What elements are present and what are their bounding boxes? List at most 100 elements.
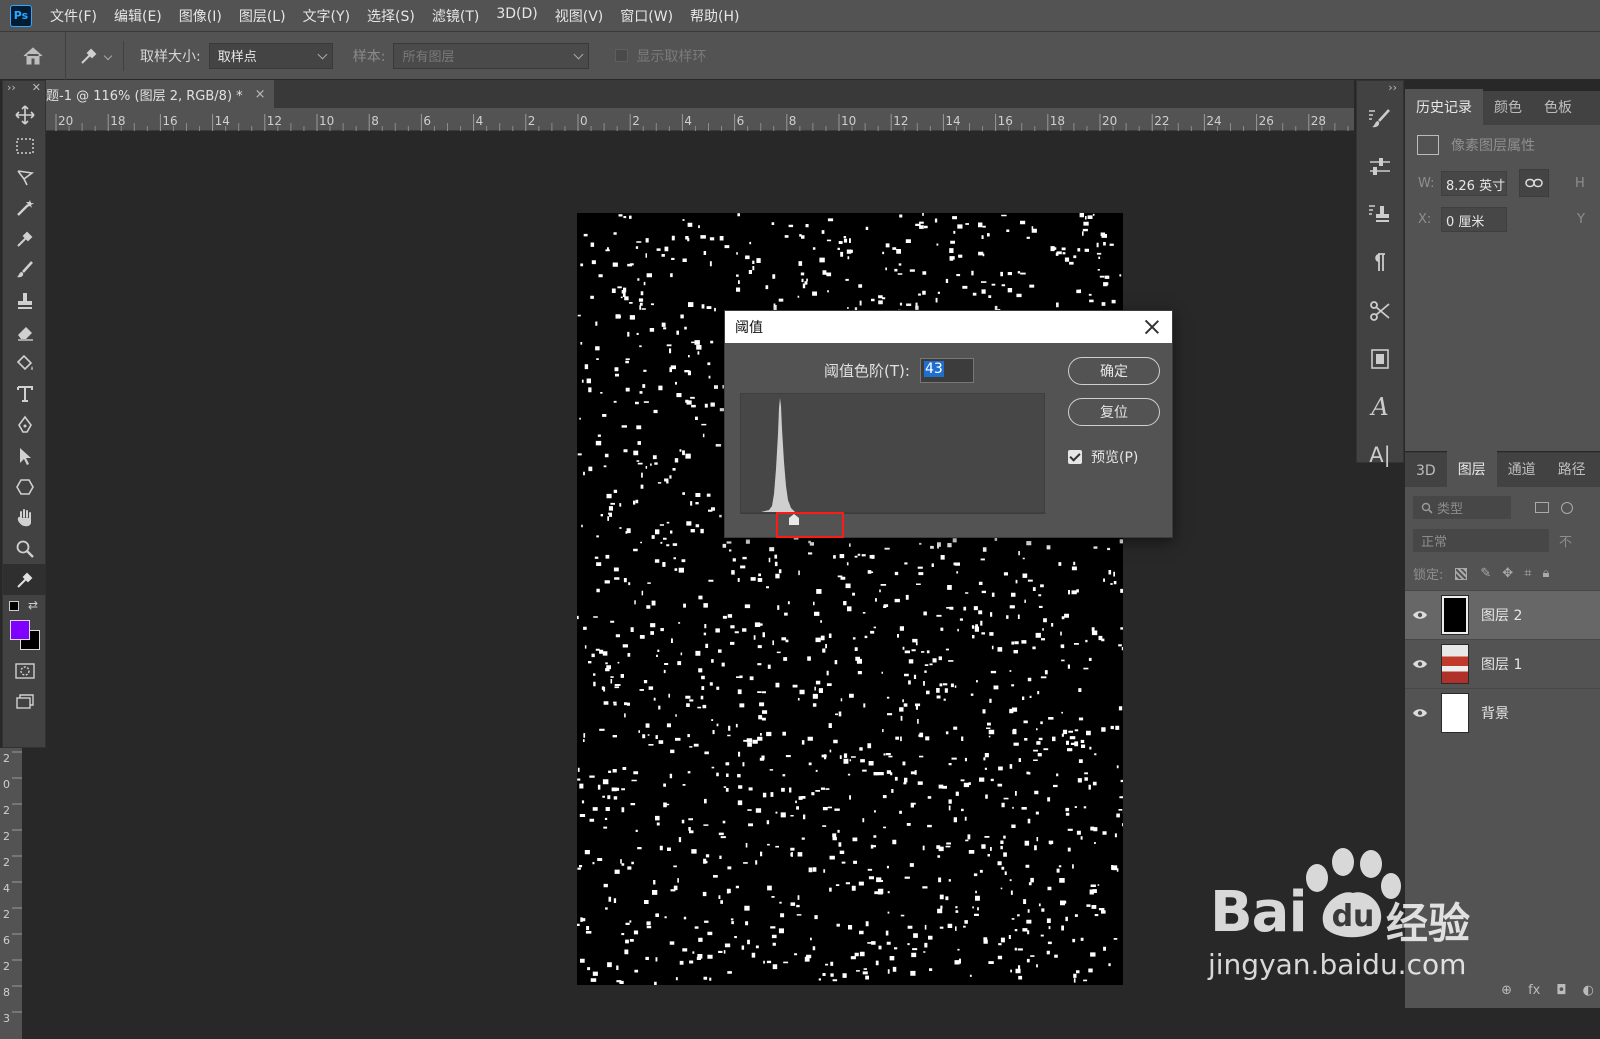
layer-filter-select[interactable]: 类型 [1413,496,1511,519]
properties-header-label: 像素图层属性 [1451,138,1535,154]
tab-paths[interactable]: 路径 [1547,459,1597,487]
pen-tool[interactable] [3,409,47,440]
watermark-url: jingyan.baidu.com [1208,948,1467,981]
marquee-tool[interactable] [3,130,47,161]
paragraph-button[interactable] [1357,239,1403,287]
tab-color[interactable]: 颜色 [1483,97,1533,125]
close-icon[interactable]: × [255,87,266,102]
adjustments-button[interactable] [1357,143,1403,191]
arrow-icon [20,447,31,465]
menu-item[interactable]: 文件(F) [50,6,97,26]
menu-item[interactable]: 文字(Y) [303,6,350,26]
menu-item[interactable]: 帮助(H) [690,6,739,26]
clone-source-button[interactable] [1357,191,1403,239]
close-icon[interactable] [1144,319,1160,335]
tab-swatches[interactable]: 色板 [1533,97,1583,125]
sample-size-select[interactable]: 取样点 [208,42,333,69]
lock-brush-icon[interactable]: ✎ [1480,566,1491,581]
threshold-level-input[interactable]: 43 [920,358,974,383]
paint-bucket-tool[interactable] [3,347,47,378]
reset-button[interactable]: 复位 [1068,398,1160,426]
tool-presets-button[interactable] [1357,287,1403,335]
menu-item[interactable]: 图层(L) [239,6,286,26]
tab-layers[interactable]: 图层 [1446,451,1497,487]
collapse-icon[interactable]: ›› [7,81,16,99]
home-button[interactable] [0,31,66,80]
expand-panels-icon[interactable]: ›› [1357,81,1403,95]
link-layers-icon[interactable]: ⊕ [1501,983,1512,998]
foreground-color-swatch[interactable] [10,620,30,640]
character-button[interactable]: A| [1357,431,1403,479]
home-icon [23,46,42,64]
lock-move-icon[interactable]: ✥ [1502,566,1513,581]
link-dimensions-button[interactable] [1519,169,1549,197]
x-field[interactable]: 0 厘米 [1441,206,1507,232]
shape-tool[interactable] [3,471,47,502]
default-colors-icon[interactable] [9,601,19,611]
type-tool[interactable] [3,378,47,409]
blend-mode-row: 正常 不 [1405,524,1600,557]
fx-icon[interactable]: fx [1528,983,1540,998]
properties-panel-tabs: 历史记录 颜色 色板 [1405,89,1600,125]
brush-tool[interactable] [3,254,47,285]
new-adjustment-icon[interactable]: ◐ [1583,983,1594,998]
tab-3d[interactable]: 3D [1405,463,1447,487]
lock-all-icon[interactable]: 🔒︎ [1543,566,1550,581]
menu-item[interactable]: 滤镜(T) [432,6,479,26]
layer-row[interactable]: 背景 [1405,688,1600,737]
visibility-eye-icon[interactable] [1405,659,1435,669]
tab-channels[interactable]: 通道 [1497,459,1547,487]
pen-icon [18,415,32,433]
menu-item[interactable]: 3D(D) [496,6,537,26]
ruler-label: 16 [998,114,1013,128]
glyphs-button[interactable]: A [1357,383,1403,431]
filter-image-icon[interactable] [1535,502,1549,513]
stamp-tool[interactable] [3,285,47,316]
menu-item[interactable]: 窗口(W) [620,6,673,26]
preview-checkbox[interactable] [1068,450,1082,464]
ruler-vertical-ticks: 2 0 2 2 2 4 2 6 2 8 3 [3,751,22,1025]
layer-row[interactable]: 图层 1 [1405,639,1600,688]
swap-colors-icon[interactable]: ⇄ [28,598,38,612]
add-mask-icon[interactable]: ◘ [1556,983,1566,998]
brush-settings-button[interactable] [1357,95,1403,143]
magic-wand-tool[interactable] [3,192,47,223]
threshold-slider-handle[interactable] [778,514,842,536]
close-icon[interactable]: ✕ [32,81,41,99]
ruler-label: 6 [3,934,10,947]
show-ring-checkbox[interactable] [615,49,629,62]
threshold-level-label: 阈值色阶(T): [824,362,910,380]
eyedropper-tool[interactable] [3,564,47,595]
menu-item[interactable]: 图像(I) [179,6,222,26]
photoshop-window: Ps 文件(F) 编辑(E) 图像(I) 图层(L) 文字(Y) 选择(S) 滤镜(T) 3D… [0,0,1600,1039]
lasso-tool[interactable] [3,161,47,192]
zoom-tool[interactable] [3,533,47,564]
tool-preset-picker[interactable] [66,40,124,71]
document-tab[interactable]: 题-1 @ 116% (图层 2, RGB/8) * × [46,80,274,108]
ruler-label: 16 [162,114,177,128]
canvas-area-left[interactable] [22,748,46,1039]
quick-mask-button[interactable] [3,655,47,686]
menu-item[interactable]: 选择(S) [367,6,415,26]
layer-row[interactable]: 图层 2 [1405,590,1600,639]
filter-adjust-icon[interactable] [1561,501,1573,514]
move-tool[interactable] [3,99,47,130]
lock-artboard-icon[interactable]: ⌗ [1524,566,1531,581]
width-field[interactable]: 8.26 英寸 [1441,170,1507,196]
screen-mode-button[interactable] [3,686,47,717]
hand-tool[interactable] [3,502,47,533]
eraser-tool[interactable] [3,316,47,347]
lock-transparent-icon[interactable] [1455,567,1468,580]
path-select-tool[interactable] [3,440,47,471]
menu-item[interactable]: 视图(V) [555,6,604,26]
menu-item[interactable]: 编辑(E) [114,6,162,26]
visibility-eye-icon[interactable] [1405,708,1435,718]
sample-select[interactable]: 所有图层 [393,42,590,69]
visibility-eye-icon[interactable] [1405,610,1435,620]
eyedropper-tool-2[interactable] [3,223,47,254]
tab-history[interactable]: 历史记录 [1405,89,1483,125]
libraries-button[interactable] [1357,335,1403,383]
blend-mode-select[interactable]: 正常 [1413,529,1549,552]
preview-option[interactable]: 预览(P) [1068,447,1138,467]
ok-button[interactable]: 确定 [1068,357,1160,385]
